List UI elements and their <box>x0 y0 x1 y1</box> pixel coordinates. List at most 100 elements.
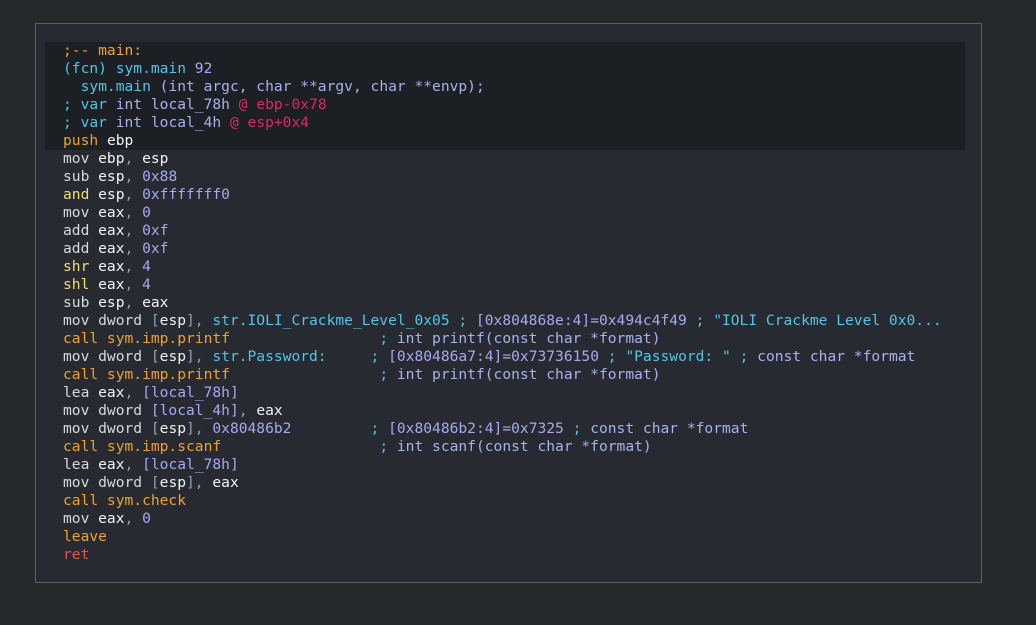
code-line[interactable]: sym.main (int argc, char **argv, char **… <box>63 78 942 96</box>
code-token: , <box>238 402 248 419</box>
code-token: ; <box>449 312 476 329</box>
code-line[interactable]: ; var int local_78h @ ebp-0x78 <box>63 96 942 114</box>
code-line[interactable]: add eax, 0xf <box>63 222 942 240</box>
code-line[interactable]: mov dword [esp], 0x80486b2 ; [0x80486b2:… <box>63 420 942 438</box>
code-line[interactable]: call sym.check <box>63 492 942 510</box>
code-line[interactable]: call sym.imp.scanf ; int scanf(const cha… <box>63 438 942 456</box>
code-token: esp <box>159 348 187 365</box>
code-token: , <box>124 222 134 239</box>
code-token: shr <box>63 258 90 275</box>
code-token: const char *format <box>757 348 916 365</box>
disassembly-listing[interactable]: ;-- main: (fcn) sym.main 92 sym.main (int… <box>63 42 942 564</box>
code-line[interactable]: mov dword [local_4h], eax <box>63 402 942 420</box>
code-line[interactable]: sub esp, eax <box>63 294 942 312</box>
code-line[interactable]: push ebp <box>63 132 942 150</box>
code-token: var <box>80 114 107 131</box>
code-token: esp <box>159 420 187 437</box>
code-token: ; <box>63 96 81 113</box>
code-token: 0xfffffff0 <box>133 186 230 203</box>
code-token: call sym.imp.scanf <box>63 438 222 455</box>
code-line[interactable]: leave <box>63 528 942 546</box>
code-token: , <box>124 204 134 221</box>
code-token: int local_78h <box>106 96 239 113</box>
code-line[interactable]: mov dword [esp], str.Password: ; [0x8048… <box>63 348 942 366</box>
code-token: 0x88 <box>133 168 178 185</box>
code-token: , <box>124 240 134 257</box>
code-token: sym.main <box>80 78 151 95</box>
code-line[interactable]: mov dword [esp], str.IOLI_Crackme_Level_… <box>63 312 942 330</box>
code-token: 0x80486b2 <box>212 420 292 437</box>
code-token: esp <box>159 312 187 329</box>
code-token: push <box>63 132 99 149</box>
code-token: , <box>124 150 134 167</box>
code-line[interactable]: ret <box>63 546 942 564</box>
code-token: [local_78h] <box>142 456 239 473</box>
code-token: lea <box>63 384 90 401</box>
code-token: int local_4h <box>106 114 230 131</box>
code-token: [ <box>142 348 160 365</box>
code-token: int printf(const char *format) <box>396 366 661 383</box>
code-line[interactable]: sub esp, 0x88 <box>63 168 942 186</box>
disassembly-panel: ;-- main: (fcn) sym.main 92 sym.main (int… <box>35 23 982 583</box>
code-token: , <box>124 276 134 293</box>
code-line[interactable]: ; var int local_4h @ esp+0x4 <box>63 114 942 132</box>
code-line[interactable]: ;-- main: <box>63 42 942 60</box>
code-line[interactable]: call sym.imp.printf ; int printf(const c… <box>63 330 942 348</box>
code-line[interactable]: call sym.imp.printf ; int printf(const c… <box>63 366 942 384</box>
code-token: 0xf <box>133 222 169 239</box>
code-line[interactable]: mov eax, 0 <box>63 510 942 528</box>
code-token: mov <box>63 150 90 167</box>
code-token: esp <box>89 168 125 185</box>
code-token: ], <box>186 312 213 329</box>
code-token: 0 <box>133 204 151 221</box>
code-token: ;-- main: <box>63 42 143 59</box>
code-token: 92 <box>186 60 213 77</box>
code-line[interactable]: lea eax, [local_78h] <box>63 456 942 474</box>
code-token: int scanf(const char *format) <box>396 438 652 455</box>
code-token: mov dword <box>63 348 143 365</box>
code-line[interactable]: mov eax, 0 <box>63 204 942 222</box>
code-line[interactable]: (fcn) sym.main 92 <box>63 60 942 78</box>
code-token: esp+0x4 <box>238 114 310 131</box>
code-line[interactable]: shl eax, 4 <box>63 276 942 294</box>
code-token: 0xf <box>133 240 169 257</box>
code-line[interactable]: mov ebp, esp <box>63 150 942 168</box>
code-line[interactable]: and esp, 0xfffffff0 <box>63 186 942 204</box>
code-token: (fcn) sym.main <box>63 60 187 77</box>
code-token: ; <box>599 348 626 365</box>
code-token: @ <box>229 114 239 131</box>
code-token: ; <box>379 438 397 455</box>
code-token: ebp <box>98 132 134 149</box>
code-token: add <box>63 240 90 257</box>
code-token: leave <box>63 528 107 545</box>
code-token: ; <box>379 330 397 347</box>
code-token: [0x80486a7:4]=0x73736150 <box>388 348 599 365</box>
code-token: , <box>124 168 134 185</box>
code-token: eax <box>89 258 125 275</box>
code-line[interactable]: mov dword [esp], eax <box>63 474 942 492</box>
code-line[interactable]: shr eax, 4 <box>63 258 942 276</box>
code-token: eax <box>89 204 125 221</box>
code-token: [0x80486b2:4]=0x7325 <box>388 420 564 437</box>
code-token: eax <box>203 474 239 491</box>
code-token: call sym.imp.printf <box>63 330 230 347</box>
code-token: eax <box>133 294 169 311</box>
code-token: ; <box>63 114 81 131</box>
code-token: call sym.imp.printf <box>63 366 230 383</box>
code-token: eax <box>89 456 125 473</box>
code-token: , <box>124 294 134 311</box>
code-token: mov dword <box>63 312 143 329</box>
code-token: eax <box>89 222 125 239</box>
code-token: lea <box>63 456 90 473</box>
code-line[interactable]: add eax, 0xf <box>63 240 942 258</box>
code-token: shl <box>63 276 90 293</box>
code-token: ret <box>63 546 90 563</box>
code-line[interactable]: lea eax, [local_78h] <box>63 384 942 402</box>
code-token: int printf(const char *format) <box>396 330 661 347</box>
code-token: "Password: " <box>625 348 731 365</box>
